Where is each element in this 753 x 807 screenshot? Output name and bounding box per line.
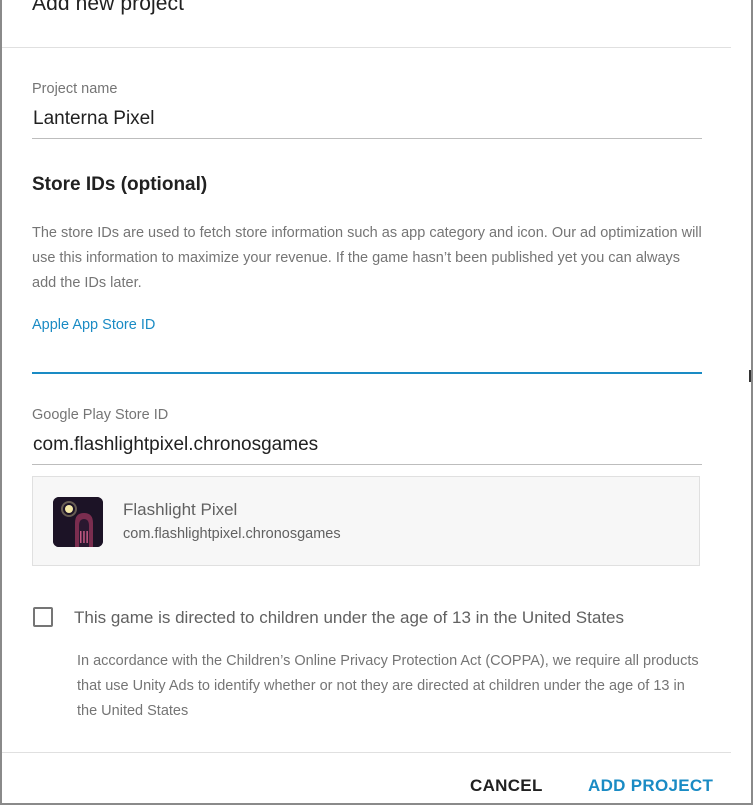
google-play-store-id-underline	[32, 464, 702, 465]
project-name-underline	[32, 138, 702, 139]
apple-store-id-input[interactable]	[32, 340, 704, 370]
store-app-card: Flashlight Pixel com.flashlightpixel.chr…	[32, 476, 700, 566]
store-ids-help-text: The store IDs are used to fetch store in…	[32, 225, 702, 291]
app-package-name: com.flashlightpixel.chronosgames	[123, 526, 341, 542]
app-icon	[53, 497, 103, 547]
add-project-button[interactable]: ADD PROJECT	[588, 776, 713, 796]
scrollbar-marker	[749, 370, 751, 382]
app-name: Flashlight Pixel	[123, 500, 238, 519]
google-play-store-id-label: Google Play Store ID	[32, 407, 169, 423]
project-name-field[interactable]: Lanterna Pixel	[33, 108, 154, 130]
coppa-checkbox-label[interactable]: This game is directed to children under …	[74, 608, 624, 628]
hooded-figure-icon	[53, 497, 103, 547]
google-play-store-id-field[interactable]: com.flashlightpixel.chronosgames	[33, 434, 318, 456]
coppa-explanation: In accordance with the Children’s Online…	[77, 653, 699, 719]
coppa-checkbox[interactable]	[33, 607, 53, 627]
apple-store-id-label: Apple App Store ID	[32, 317, 156, 333]
apple-store-id-underline	[32, 372, 702, 374]
header-divider	[2, 47, 731, 48]
add-project-dialog: Add new project Project name Lanterna Pi…	[0, 0, 753, 805]
store-ids-heading: Store IDs (optional)	[32, 174, 208, 195]
project-name-label: Project name	[32, 81, 118, 97]
dialog-title: Add new project	[32, 0, 185, 15]
footer-divider	[2, 752, 731, 753]
cancel-button[interactable]: CANCEL	[470, 776, 543, 796]
